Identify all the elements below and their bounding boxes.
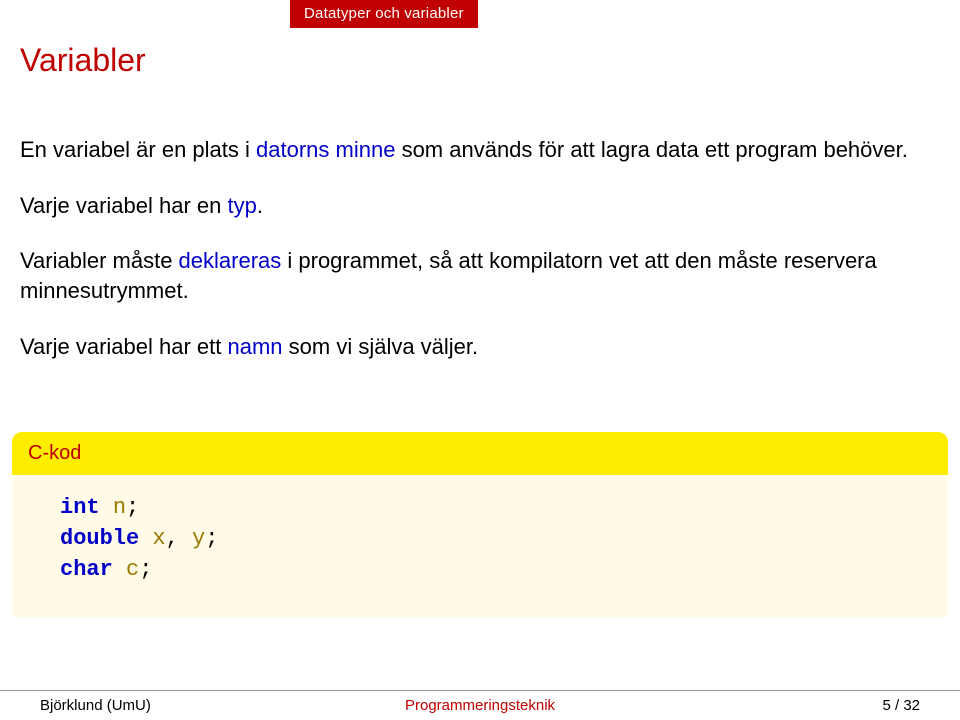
footer-course: Programmeringsteknik bbox=[405, 697, 555, 714]
text: Varje variabel har ett bbox=[20, 334, 227, 359]
term-type: typ bbox=[228, 193, 257, 218]
var-c: c bbox=[126, 557, 139, 582]
footer-author: Björklund (UmU) bbox=[40, 697, 151, 714]
code-box: C-kod int n; double x, y; char c; bbox=[12, 432, 948, 617]
paragraph-4: Varje variabel har ett namn som vi själv… bbox=[20, 332, 940, 362]
semicolon: ; bbox=[139, 557, 152, 582]
section-tab: Datatyper och variabler bbox=[290, 0, 478, 28]
text: . bbox=[257, 193, 263, 218]
code-line-1: int n; bbox=[60, 493, 900, 524]
semicolon: ; bbox=[126, 495, 139, 520]
text: En variabel är en plats i bbox=[20, 137, 256, 162]
semicolon: ; bbox=[205, 526, 218, 551]
term-memory: datorns minne bbox=[256, 137, 395, 162]
keyword-char: char bbox=[60, 557, 113, 582]
footer: Björklund (UmU) Programmeringsteknik 5 /… bbox=[0, 690, 960, 720]
var-n: n bbox=[113, 495, 126, 520]
footer-page: 5 / 32 bbox=[882, 697, 920, 714]
text: Varje variabel har en bbox=[20, 193, 228, 218]
code-box-body: int n; double x, y; char c; bbox=[12, 475, 948, 593]
term-declared: deklareras bbox=[179, 248, 282, 273]
code-line-3: char c; bbox=[60, 555, 900, 586]
slide-body: En variabel är en plats i datorns minne … bbox=[20, 135, 940, 387]
slide-title: Variabler bbox=[20, 42, 146, 79]
text: Variabler måste bbox=[20, 248, 179, 273]
code-line-2: double x, y; bbox=[60, 524, 900, 555]
slide: Datatyper och variabler Variabler En var… bbox=[0, 0, 960, 720]
code-box-title: C-kod bbox=[12, 432, 948, 475]
comma: , bbox=[166, 526, 179, 551]
paragraph-1: En variabel är en plats i datorns minne … bbox=[20, 135, 940, 165]
text: som används för att lagra data ett progr… bbox=[395, 137, 907, 162]
var-x: x bbox=[152, 526, 165, 551]
text: som vi själva väljer. bbox=[283, 334, 479, 359]
paragraph-2: Varje variabel har en typ. bbox=[20, 191, 940, 221]
section-tab-row: Datatyper och variabler bbox=[0, 0, 960, 32]
paragraph-3: Variabler måste deklareras i programmet,… bbox=[20, 246, 940, 305]
keyword-double: double bbox=[60, 526, 139, 551]
keyword-int: int bbox=[60, 495, 100, 520]
var-y: y bbox=[192, 526, 205, 551]
term-name: namn bbox=[227, 334, 282, 359]
